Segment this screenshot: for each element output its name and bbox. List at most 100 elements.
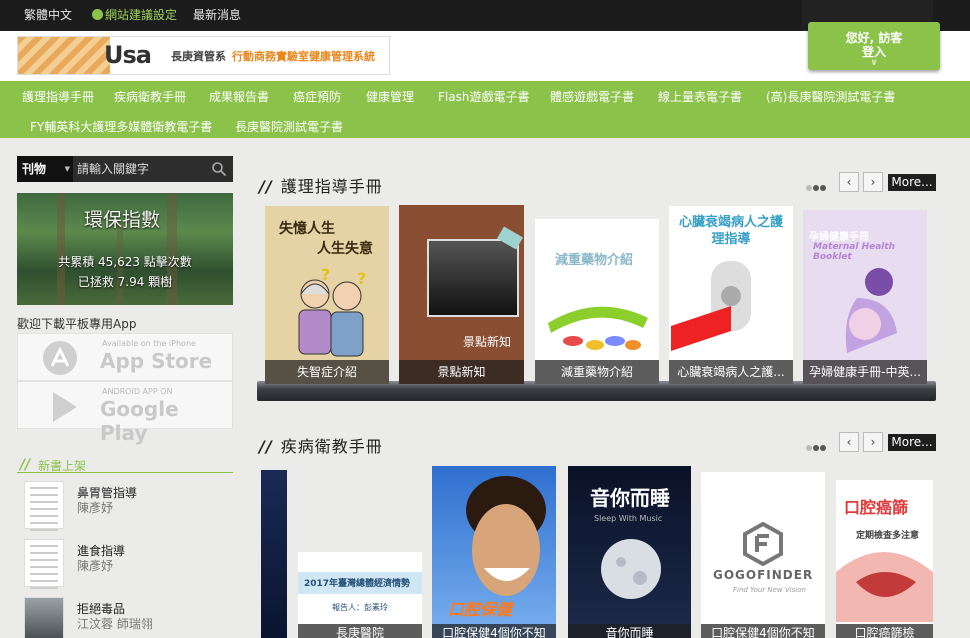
carousel-dots[interactable] bbox=[806, 180, 827, 194]
nav-item-nursing[interactable]: 護理指導手冊 bbox=[22, 88, 94, 105]
book-item[interactable]: 口腔癌篩 定期檢查多注意 口腔癌篩檢 bbox=[836, 480, 933, 638]
site-settings-link[interactable]: 網站建議設定 bbox=[92, 0, 177, 31]
new-books-title: 新書上架 bbox=[38, 459, 87, 473]
section-bars-icon: // bbox=[259, 177, 273, 196]
new-book-item[interactable]: 進食指導 陳彥妤 bbox=[17, 539, 233, 591]
search-input[interactable] bbox=[77, 159, 207, 179]
book-caption: 心臟衰竭病人之護... bbox=[669, 360, 793, 384]
book-cover-title: 音你而睡 bbox=[590, 486, 670, 510]
news-link[interactable]: 最新消息 bbox=[193, 0, 241, 31]
more-button[interactable]: More... bbox=[888, 174, 936, 191]
bookshelf bbox=[257, 381, 936, 401]
section-bars-icon: // bbox=[259, 437, 273, 456]
section-title-disease: // 疾病衛教手冊 bbox=[259, 433, 383, 457]
logo-system-name: 行動商務實驗室健康管理系統 bbox=[232, 50, 375, 63]
book-item[interactable]: 2017年臺灣總體經濟情勢 報告人：彭素玲 長庚醫院 bbox=[298, 552, 422, 638]
app-store-small-text: Available on the iPhone bbox=[102, 339, 196, 348]
book-caption: 口腔保健4個你不知 bbox=[701, 624, 825, 638]
new-book-thumbnail bbox=[24, 481, 64, 531]
eco-title: 環保指數 bbox=[84, 209, 161, 231]
carousel-dots[interactable] bbox=[806, 440, 827, 454]
heart-device-illustration bbox=[671, 261, 751, 351]
section-title-nursing: // 護理指導手冊 bbox=[259, 173, 383, 197]
search-bar: 刊物 ▼ bbox=[17, 156, 233, 182]
book-item[interactable]: 音你而睡 Sleep With Music 音你而睡 bbox=[568, 466, 691, 638]
nav-item-cgmh-test[interactable]: 長庚醫院測試電子書 bbox=[235, 118, 343, 135]
prev-button[interactable]: ‹ bbox=[839, 432, 859, 452]
site-logo[interactable]: Usa 長庚資管系 行動商務實驗室健康管理系統 bbox=[17, 36, 390, 75]
nav-item-cancer[interactable]: 癌症預防 bbox=[293, 88, 341, 105]
book-cover-title: GOGOFINDER bbox=[713, 568, 814, 582]
book-cover-title: 口腔保健 bbox=[448, 600, 513, 619]
book-caption: 口腔保健4個你不知 bbox=[432, 624, 556, 638]
eco-trees-saved: 已拯救 7.94 顆樹 bbox=[77, 275, 173, 289]
book-cover-subtitle: 定期檢查多注意 bbox=[856, 531, 920, 541]
main-nav: 護理指導手冊 疾病衛教手冊 成果報告書 癌症預防 健康管理 Flash遊戲電子書… bbox=[0, 81, 970, 138]
book-cover-subtitle: 報告人：彭素玲 bbox=[332, 603, 388, 612]
nav-item-health[interactable]: 健康管理 bbox=[366, 88, 414, 105]
new-book-item[interactable]: 拒絕毒品 江汶蓉 師瑞翎 bbox=[17, 597, 233, 638]
google-play-button[interactable]: ANDROID APP ON Google Play bbox=[17, 381, 233, 445]
login-panel[interactable]: 您好, 訪客 登入 ∨ bbox=[808, 22, 940, 70]
book-item[interactable]: 景點新知 景點新知 bbox=[399, 205, 524, 384]
app-store-button[interactable]: Available on the iPhone App Store bbox=[17, 333, 233, 381]
smiling-man-illustration bbox=[466, 476, 546, 596]
book-caption: 減重藥物介紹 bbox=[535, 360, 659, 384]
nav-item-kaohsiung-test[interactable]: (高)長庚醫院測試電子書 bbox=[766, 88, 895, 105]
book-caption: 孕婦健康手冊-中英... bbox=[803, 360, 927, 384]
gogofinder-logo-icon bbox=[743, 522, 783, 566]
book-caption: 音你而睡 bbox=[568, 624, 691, 638]
svg-text:?: ? bbox=[357, 269, 366, 288]
login-link[interactable]: 登入 bbox=[808, 45, 940, 59]
nav-item-flash-games[interactable]: Flash遊戲電子書 bbox=[438, 88, 529, 105]
more-button[interactable]: More... bbox=[888, 434, 936, 451]
new-book-item[interactable]: 鼻胃管指導 陳彥妤 bbox=[17, 481, 233, 533]
logo-dept: 長庚資管系 bbox=[171, 50, 226, 63]
prev-button[interactable]: ‹ bbox=[839, 172, 859, 192]
nav-item-fy-nursing[interactable]: FY輔英科大護理多媒體衛教電子書 bbox=[30, 118, 212, 135]
book-cover-title: 孕婦健康手冊 bbox=[809, 232, 869, 243]
book-caption: 失智症介紹 bbox=[265, 360, 389, 384]
book-item[interactable]: 口腔保健 口腔保健4個你不知 bbox=[432, 466, 556, 638]
book-cover-title: 2017年臺灣總體經濟情勢 bbox=[304, 579, 411, 589]
nav-item-reports[interactable]: 成果報告書 bbox=[209, 88, 269, 105]
book-cover-title: 心臟衰竭病人之護理指導 bbox=[679, 215, 784, 247]
chevron-down-icon: ∨ bbox=[870, 58, 878, 68]
search-icon[interactable] bbox=[211, 161, 227, 177]
eco-click-count: 共累積 45,623 點擊次數 bbox=[58, 255, 192, 269]
next-button[interactable]: › bbox=[863, 432, 883, 452]
nav-item-scales[interactable]: 線上量表電子書 bbox=[658, 88, 742, 105]
section-title-text: 疾病衛教手冊 bbox=[280, 437, 383, 456]
search-category-select[interactable]: 刊物 ▼ bbox=[17, 156, 73, 182]
elderly-couple-illustration: ? ? bbox=[298, 266, 366, 357]
book-cover-title: 減重藥物介紹 bbox=[555, 253, 634, 268]
book-item[interactable]: 減重藥物介紹 減重藥物介紹 bbox=[535, 219, 659, 384]
book-caption: 口腔癌篩檢 bbox=[836, 624, 933, 638]
carousel-controls: ‹ › More... bbox=[806, 172, 936, 192]
section-title-text: 護理指導手冊 bbox=[280, 177, 383, 196]
book-cover-subtitle: Find Your New Vision bbox=[733, 586, 806, 594]
book-item[interactable]: 心臟衰竭病人之護理指導 心臟衰竭病人之護... bbox=[669, 206, 793, 384]
new-book-author: 陳彥妤 bbox=[77, 501, 114, 515]
check-icon bbox=[92, 9, 103, 20]
book-caption: 長庚醫院 bbox=[298, 624, 422, 638]
book-item-partial[interactable] bbox=[261, 470, 287, 638]
nav-item-motion-games[interactable]: 體感遊戲電子書 bbox=[550, 88, 634, 105]
language-link[interactable]: 繁體中文 bbox=[24, 0, 72, 31]
eco-index-banner: 環保指數 共累積 45,623 點擊次數 已拯救 7.94 顆樹 bbox=[17, 193, 233, 305]
app-store-big-text: App Store bbox=[100, 349, 213, 373]
book-item[interactable]: GOGOFINDER Find Your New Vision 口腔保健4個你不… bbox=[701, 472, 825, 638]
new-books-header: // 新書上架 bbox=[17, 455, 233, 473]
next-button[interactable]: › bbox=[863, 172, 883, 192]
nav-item-disease[interactable]: 疾病衛教手冊 bbox=[114, 88, 186, 105]
book-cover-subtitle: 人生失意 bbox=[317, 241, 373, 257]
svg-text:?: ? bbox=[321, 266, 330, 284]
app-store-icon bbox=[43, 341, 77, 375]
book-cover-subtitle: Sleep With Music bbox=[594, 514, 663, 523]
book-cover-title: 失憶人生 bbox=[279, 221, 335, 237]
google-play-small-text: ANDROID APP ON bbox=[102, 387, 173, 396]
app-download-label: 歡迎下載平板專用App bbox=[17, 317, 137, 331]
book-item[interactable]: 孕婦健康手冊 Maternal Health Booklet 孕婦健康手冊-中英… bbox=[803, 210, 927, 384]
moon-icon bbox=[601, 539, 661, 599]
book-item[interactable]: 失憶人生 人生失意 ? ? 失智症介紹 bbox=[265, 206, 389, 384]
